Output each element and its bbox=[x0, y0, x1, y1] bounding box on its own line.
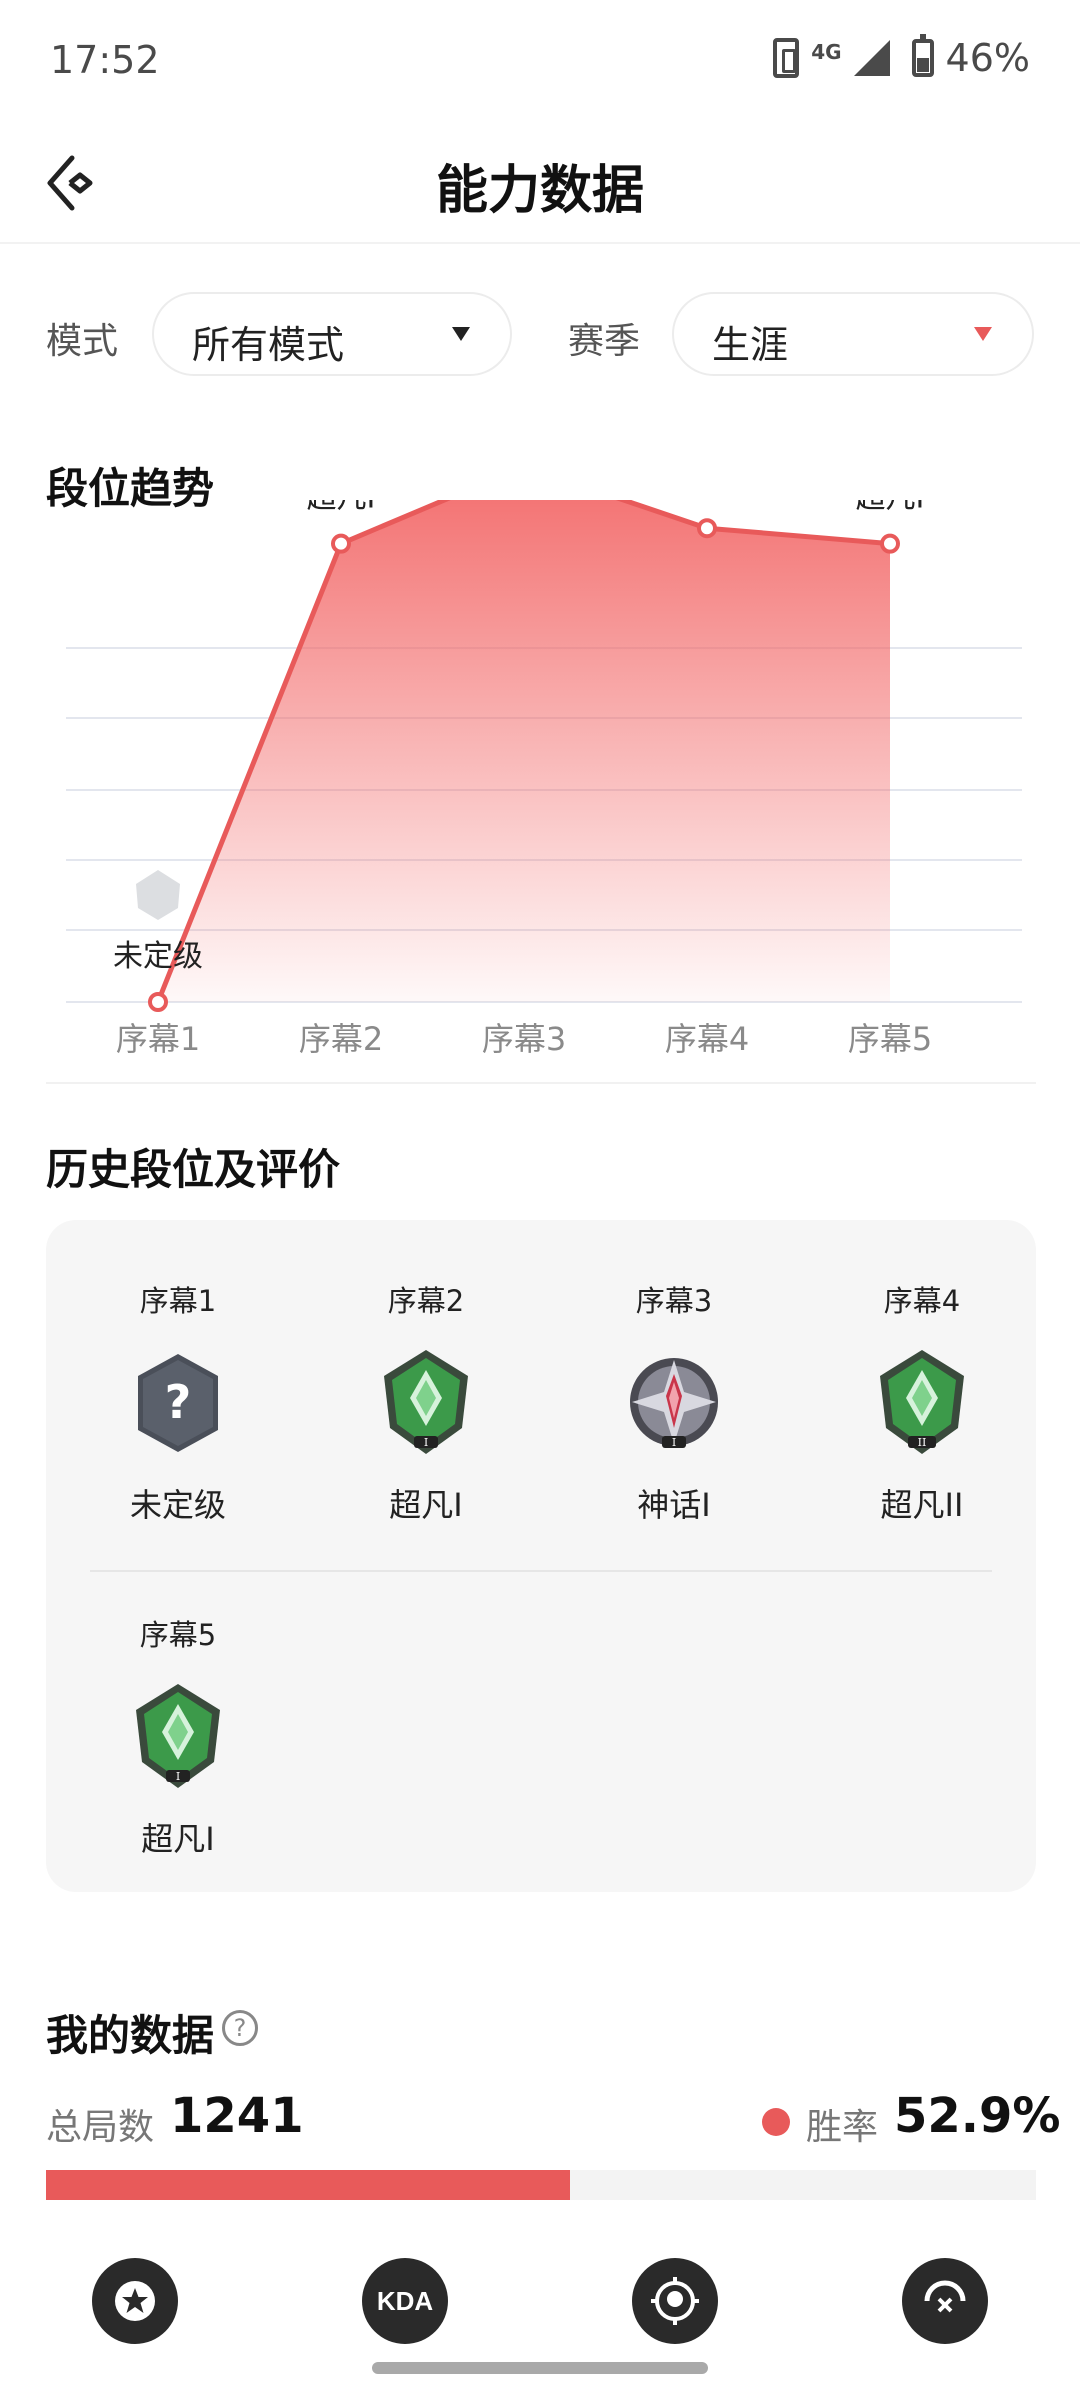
mode-label: 模式 bbox=[46, 321, 119, 362]
trend-rank-label: 超凡I bbox=[307, 500, 376, 516]
history-item-act3[interactable]: 序幕3 I 神话I bbox=[594, 1278, 754, 1526]
immortal-1-badge-icon: I bbox=[384, 1350, 468, 1454]
rank-trend-chart: 未定级序幕1超凡I序幕2神话I序幕3超凡II序幕4超凡I序幕5 bbox=[66, 500, 1022, 1058]
trend-point bbox=[880, 533, 900, 554]
star-shape bbox=[115, 2281, 155, 2321]
trend-rank-label: 未定级 bbox=[113, 939, 203, 974]
immortal-2-badge-icon: II bbox=[880, 1350, 964, 1454]
kda-label: KDA bbox=[376, 2285, 434, 2316]
x-tick-label: 序幕2 bbox=[299, 1020, 383, 1058]
history-act: 序幕5 bbox=[139, 1618, 217, 1652]
x-tick-label: 序幕1 bbox=[116, 1020, 200, 1058]
history-divider bbox=[90, 1570, 992, 1572]
crosshair-icon[interactable] bbox=[902, 2258, 988, 2344]
history-act: 序幕1 bbox=[139, 1284, 217, 1318]
season-value: 生涯 bbox=[712, 323, 789, 367]
history-item-act5[interactable]: 序幕5 I 超凡I bbox=[98, 1612, 258, 1860]
season-dropdown[interactable]: 生涯 bbox=[672, 292, 1034, 376]
network-type: 4G bbox=[811, 40, 842, 64]
win-rate-bar-fill bbox=[46, 2170, 570, 2200]
history-act: 序幕3 bbox=[635, 1284, 713, 1318]
season-label: 赛季 bbox=[568, 321, 641, 362]
total-games-value: 1241 bbox=[170, 2088, 304, 2144]
win-rate-bar bbox=[46, 2170, 1036, 2200]
win-rate-label: 胜率 bbox=[806, 2107, 879, 2148]
chevron-down-icon bbox=[452, 327, 470, 341]
star-icon[interactable] bbox=[92, 2258, 178, 2344]
x-tick-label: 序幕5 bbox=[848, 1020, 932, 1058]
signal-icon bbox=[853, 40, 890, 76]
trend-point bbox=[148, 992, 168, 1012]
chevron-down-icon bbox=[974, 327, 992, 341]
mode-dropdown[interactable]: 所有模式 bbox=[152, 292, 512, 376]
header: 能力数据 bbox=[0, 120, 1080, 244]
history-act: 序幕4 bbox=[883, 1284, 961, 1318]
section-divider bbox=[46, 1082, 1036, 1084]
svg-text:?: ? bbox=[165, 1375, 192, 1429]
history-item-act2[interactable]: 序幕2 I 超凡I bbox=[346, 1278, 506, 1526]
immortal-1-badge-icon: I bbox=[136, 1684, 220, 1788]
status-bar: 17:52 4G 46% bbox=[0, 0, 1080, 120]
win-rate-dot bbox=[762, 2108, 790, 2136]
filter-row: 模式 所有模式 赛季 生涯 bbox=[46, 292, 1036, 376]
status-icons: 4G 46% bbox=[773, 34, 1030, 80]
history-rank: 超凡I bbox=[141, 1820, 215, 1858]
svg-text:II: II bbox=[918, 1436, 927, 1449]
x-tick-label: 序幕3 bbox=[482, 1020, 566, 1058]
help-icon[interactable]: ? bbox=[222, 2010, 258, 2046]
history-item-act1[interactable]: 序幕1 ? 未定级 bbox=[98, 1278, 258, 1526]
home-indicator[interactable] bbox=[372, 2362, 708, 2374]
kda-icon[interactable]: KDA bbox=[362, 2258, 448, 2344]
history-item-act4[interactable]: 序幕4 II 超凡II bbox=[842, 1278, 1002, 1526]
history-act: 序幕2 bbox=[387, 1284, 465, 1318]
history-rank: 超凡I bbox=[389, 1486, 463, 1524]
battery-percent: 46% bbox=[945, 36, 1030, 80]
trend-point bbox=[697, 518, 717, 539]
my-data-title: 我的数据 bbox=[46, 2011, 215, 2060]
history-rank: 神话I bbox=[637, 1486, 711, 1524]
sim-card-icon bbox=[773, 38, 800, 78]
history-rank: 超凡II bbox=[880, 1486, 964, 1524]
win-rate-value: 52.9% bbox=[894, 2088, 1061, 2144]
trend-rank-label: 超凡I bbox=[856, 500, 925, 516]
crosshair-shape bbox=[924, 2280, 966, 2313]
svg-text:I: I bbox=[424, 1436, 428, 1449]
x-tick-label: 序幕4 bbox=[665, 1020, 749, 1058]
page-title: 能力数据 bbox=[435, 161, 644, 221]
svg-text:I: I bbox=[672, 1436, 676, 1449]
status-time: 17:52 bbox=[50, 38, 160, 82]
svg-text:I: I bbox=[176, 1770, 180, 1783]
unranked-badge-icon: ? bbox=[138, 1354, 218, 1452]
target-shape bbox=[651, 2277, 699, 2325]
trend-point bbox=[331, 533, 351, 554]
history-panel: 序幕1 ? 未定级 序幕2 I 超凡I 序幕3 I 神话I 序幕4 II 超凡I… bbox=[46, 1220, 1036, 1892]
total-games-label: 总局数 bbox=[46, 2107, 155, 2148]
mythic-1-badge-icon: I bbox=[630, 1358, 718, 1449]
history-title: 历史段位及评价 bbox=[46, 1145, 341, 1194]
unranked-badge-icon bbox=[136, 870, 180, 920]
battery-icon bbox=[911, 34, 934, 77]
target-icon[interactable] bbox=[632, 2258, 718, 2344]
history-rank: 未定级 bbox=[129, 1486, 226, 1524]
trend-area bbox=[158, 500, 890, 1002]
mode-value: 所有模式 bbox=[192, 323, 345, 367]
